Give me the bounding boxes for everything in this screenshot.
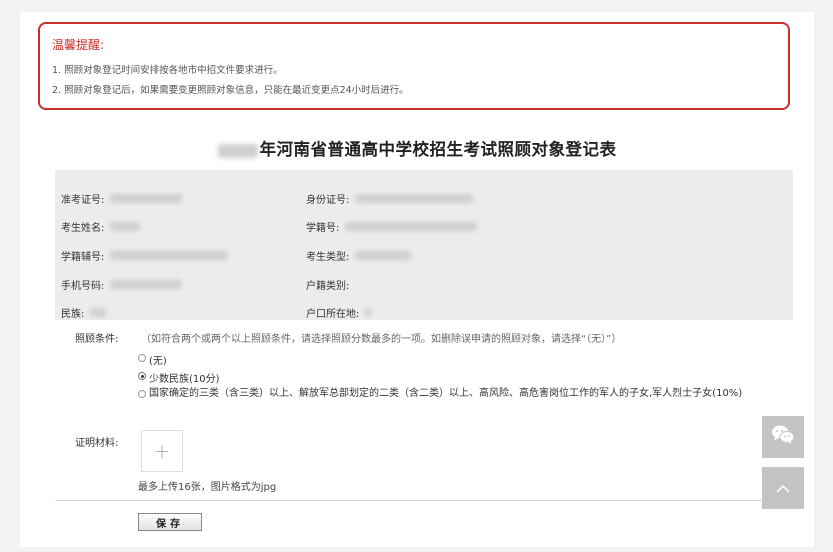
conditions-hint: （如符合两个或两个以上照顾条件，请选择照顾分数最多的一项。如删除误申请的照顾对象… xyxy=(141,334,622,345)
form-title-text: 年河南省普通高中学校招生考试照顾对象登记表 xyxy=(259,140,617,159)
radio-button[interactable] xyxy=(138,390,146,398)
redacted-value xyxy=(365,307,372,317)
wechat-share-button[interactable] xyxy=(762,416,804,458)
info-row-student-type: 考生类型: xyxy=(306,241,412,269)
back-to-top-button[interactable] xyxy=(762,467,804,509)
plus-icon: + xyxy=(153,439,171,463)
hukou-type-label: 户籍类别: xyxy=(306,280,350,292)
redacted-value xyxy=(110,279,183,289)
aux-no-label: 学籍辅号: xyxy=(61,251,105,263)
student-type-label: 考生类型: xyxy=(306,251,350,263)
notice-line-1: 1. 照顾对象登记时间安排按各地市中招文件要求进行。 xyxy=(52,65,283,76)
form-title: 年河南省普通高中学校招生考试照顾对象登记表 xyxy=(20,136,814,160)
info-row-aux-no: 学籍辅号: xyxy=(61,241,229,269)
page-container: 温馨提醒: 1. 照顾对象登记时间安排按各地市中招文件要求进行。 2. 照顾对象… xyxy=(20,12,814,547)
redacted-value xyxy=(110,250,229,260)
student-name-label: 考生姓名: xyxy=(61,222,105,234)
info-row-id-no: 身份证号: xyxy=(306,184,474,212)
redacted-value xyxy=(345,221,478,231)
hukou-location-label: 户口所在地: xyxy=(306,308,360,320)
option-military-family-label: 国家确定的三类（含三类）以上、解放军总部划定的二类（含二类）以上、高风险、高危害… xyxy=(149,388,743,399)
student-info-panel: 准考证号: 考生姓名: 学籍辅号: 手机号码: 民族: 身份证号: 学籍号: 考… xyxy=(55,170,793,320)
option-ethnic-minority[interactable]: 少数民族(10分) xyxy=(138,370,220,385)
redacted-year xyxy=(217,143,258,158)
redacted-value xyxy=(110,221,141,231)
info-row-school-no: 学籍号: xyxy=(306,212,478,240)
radio-button[interactable] xyxy=(138,354,146,362)
wechat-icon xyxy=(771,424,795,450)
notice-box: 温馨提醒: 1. 照顾对象登记时间安排按各地市中招文件要求进行。 2. 照顾对象… xyxy=(38,22,790,110)
redacted-value xyxy=(355,250,412,260)
proof-label: 证明材料: xyxy=(75,438,119,449)
radio-button-selected[interactable] xyxy=(138,372,146,380)
info-row-student-name: 考生姓名: xyxy=(61,212,141,240)
school-no-label: 学籍号: xyxy=(306,222,340,234)
info-row-hukou-location: 户口所在地: xyxy=(306,298,372,326)
phone-label: 手机号码: xyxy=(61,280,105,292)
ethnicity-label: 民族: xyxy=(61,308,85,320)
admission-no-label: 准考证号: xyxy=(61,194,105,206)
id-no-label: 身份证号: xyxy=(306,194,350,206)
notice-line-2: 2. 照顾对象登记后，如果需要变更照顾对象信息，只能在最近变更点24小时后进行。 xyxy=(52,85,409,96)
redacted-value xyxy=(355,193,474,203)
info-row-ethnicity: 民族: xyxy=(61,298,107,326)
redacted-value xyxy=(90,307,107,317)
info-row-admission-no: 准考证号: xyxy=(61,184,183,212)
option-ethnic-minority-label: 少数民族(10分) xyxy=(149,374,220,385)
option-military-family[interactable]: 国家确定的三类（含三类）以上、解放军总部划定的二类（含二类）以上、高风险、高危害… xyxy=(138,388,807,402)
redacted-value xyxy=(110,193,183,203)
chevron-up-icon xyxy=(775,479,791,498)
notice-title: 温馨提醒: xyxy=(52,38,105,52)
upload-hint: 最多上传16张，图片格式为jpg xyxy=(138,482,277,493)
divider xyxy=(55,500,793,501)
upload-image-button[interactable]: + xyxy=(141,430,183,472)
option-none[interactable]: (无) xyxy=(138,352,167,367)
conditions-label: 照顾条件: xyxy=(75,334,119,345)
option-none-label: (无) xyxy=(149,356,167,367)
info-row-phone: 手机号码: xyxy=(61,270,183,298)
save-button[interactable]: 保存 xyxy=(138,513,202,531)
info-row-hukou-type: 户籍类别: xyxy=(306,270,349,298)
